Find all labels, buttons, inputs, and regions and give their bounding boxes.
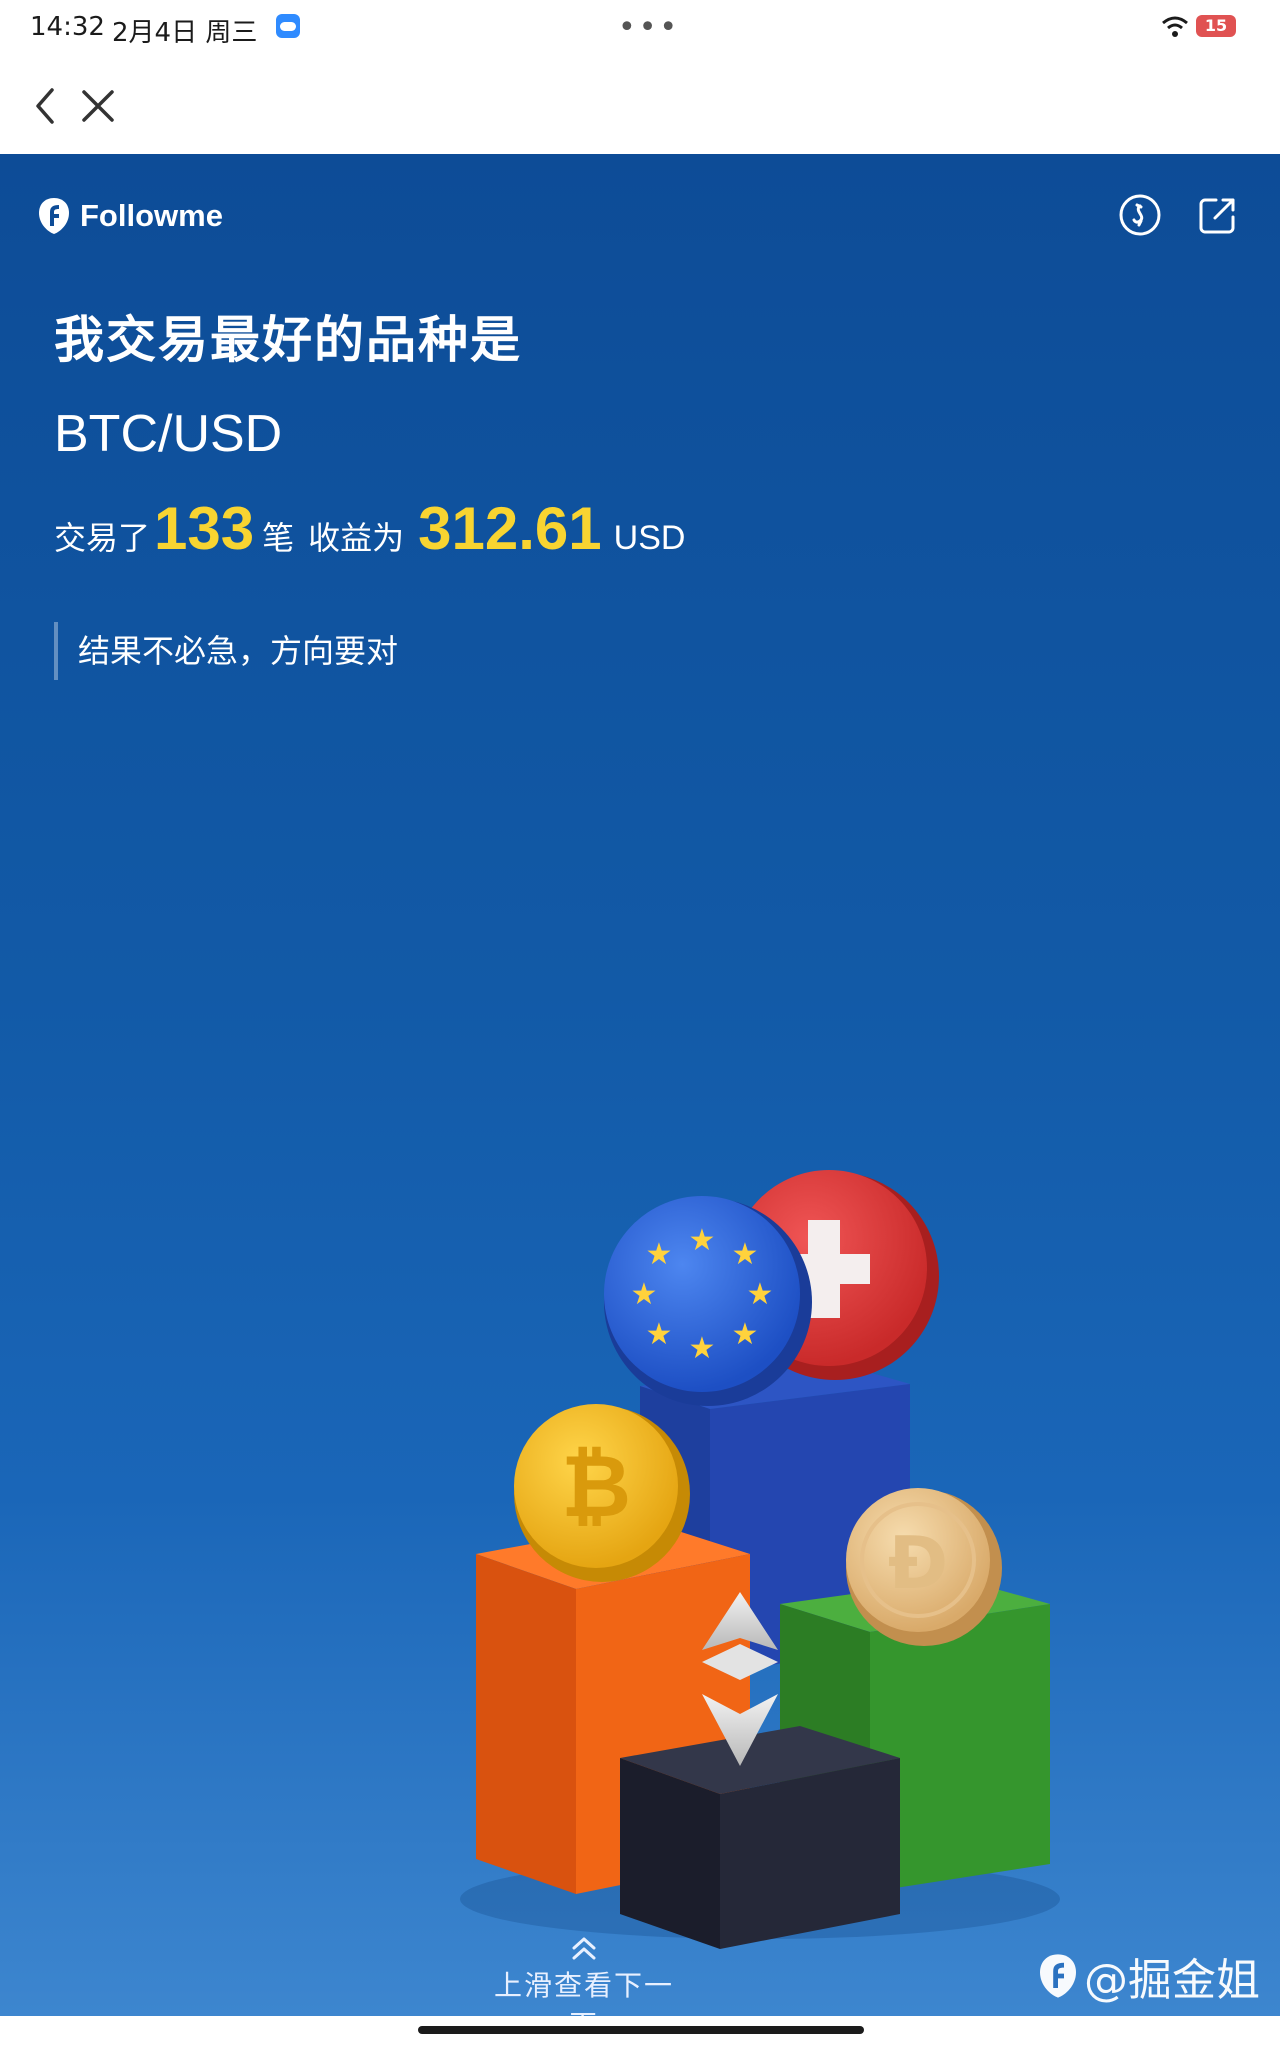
status-date: 2月4日 周三 [112, 18, 258, 48]
svg-text:★: ★ [732, 1237, 759, 1272]
page-title: 我交易最好的品种是 [54, 311, 522, 369]
battery-icon: 15 [1196, 15, 1236, 37]
app-root: 14:32 2月4日 周三 ••• 15 Followme 我交易最好的品种是 … [0, 0, 1280, 2048]
swipe-up-hint[interactable]: 上滑查看下一页 [484, 1934, 684, 2016]
brand-name: Followme [80, 198, 223, 233]
svg-text:★: ★ [747, 1277, 774, 1312]
svg-text:★: ★ [689, 1331, 716, 1366]
trades-prefix: 交易了 [54, 519, 151, 557]
followme-logo-icon [1040, 1954, 1076, 1998]
svg-text:★: ★ [631, 1277, 658, 1312]
svg-text:Ð: Ð [888, 1521, 948, 1605]
close-icon[interactable] [68, 76, 128, 136]
coin-icon[interactable] [1117, 192, 1163, 238]
svg-text:★: ★ [646, 1317, 673, 1352]
trades-unit: 笔 [262, 519, 295, 557]
status-bar: 14:32 2月4日 周三 ••• 15 [0, 0, 1280, 56]
trades-count: 133 [154, 495, 255, 562]
svg-text:★: ★ [732, 1317, 759, 1352]
profit-currency: USD [613, 519, 686, 557]
best-symbol: BTC/USD [54, 405, 283, 463]
motto-quote: 结果不必急，方向要对 [54, 622, 398, 680]
chevron-left-icon[interactable] [16, 76, 76, 136]
home-indicator[interactable] [418, 2026, 864, 2034]
nav-bar [0, 56, 1280, 155]
report-panel: Followme 我交易最好的品种是 BTC/USD 交易了 133 笔 收益为… [0, 154, 1280, 2016]
followme-logo-icon [39, 198, 69, 234]
share-icon[interactable] [1195, 192, 1241, 238]
watermark: @掘金姐 [1036, 1944, 1260, 2008]
swipe-up-text: 上滑查看下一页 [493, 1969, 674, 2016]
cloud-app-icon [276, 14, 300, 38]
profit-prefix: 收益为 [308, 519, 405, 557]
chevron-up-icon [572, 1937, 596, 1960]
more-dots-icon[interactable]: ••• [618, 10, 680, 45]
trade-stats: 交易了 133 笔 收益为 312.61 USD [54, 494, 685, 563]
status-time: 14:32 [30, 12, 105, 42]
brand: Followme [36, 194, 223, 238]
svg-text:₿: ₿ [561, 1437, 631, 1537]
watermark-text: @掘金姐 [1084, 1955, 1260, 2006]
svg-text:★: ★ [646, 1237, 673, 1272]
profit-value: 312.61 [418, 495, 602, 562]
wifi-icon [1162, 16, 1188, 37]
crypto-blocks-illustration: ★ ★ ★ ★ ★ ★ ★ ★ ₿ Ð [460, 1170, 1060, 1949]
svg-text:★: ★ [689, 1223, 716, 1258]
